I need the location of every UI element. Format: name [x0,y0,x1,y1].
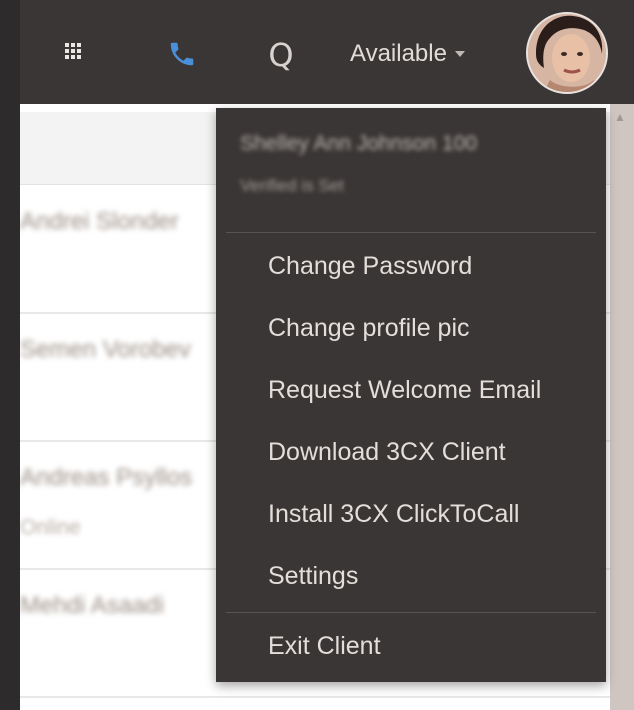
grid-dots [65,43,81,59]
status-dropdown[interactable]: Available [350,36,465,72]
status-label: Available [350,40,447,67]
scroll-up-icon[interactable]: ▲ [614,110,626,124]
phone-glyph [170,42,194,66]
apps-grid-icon[interactable] [60,38,86,64]
left-sidebar-edge [0,0,20,710]
avatar[interactable] [526,12,608,94]
menu-user-subtitle: Verified is Set [240,176,344,195]
scrollbar[interactable]: ▲ [610,104,634,710]
menu-item-exit-client[interactable]: Exit Client [268,632,381,661]
contact-name: Andreas Psyllos [20,464,193,491]
contact-name: Semen Vorobev [20,336,191,363]
menu-item-download-client[interactable]: Download 3CX Client [268,438,506,467]
phone-icon[interactable] [162,34,202,74]
chevron-down-icon [454,51,465,57]
contact-name: Andrei Slonder [20,208,179,235]
menu-item-change-password[interactable]: Change Password [268,252,472,281]
menu-user-name: Shelley Ann Johnson 100 [240,132,478,155]
search-icon[interactable]: Q [258,30,304,80]
menu-item-change-profile-pic[interactable]: Change profile pic [268,314,470,343]
menu-item-install-clicktocall[interactable]: Install 3CX ClickToCall [268,500,519,529]
search-glyph: Q [268,36,294,74]
menu-item-settings[interactable]: Settings [268,562,358,591]
user-menu: Shelley Ann Johnson 100 Verified is Set … [216,108,606,682]
menu-divider [226,232,596,233]
contact-status: Online [20,516,81,539]
contact-name: Mehdi Asaadi [20,592,165,619]
menu-item-request-welcome-email[interactable]: Request Welcome Email [268,376,541,405]
menu-divider [226,612,596,613]
